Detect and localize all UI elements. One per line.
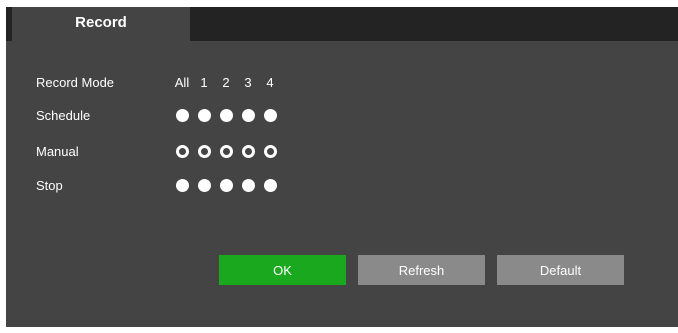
col-header-2: 2: [222, 75, 230, 90]
manual-radio-1[interactable]: [198, 145, 211, 158]
tab-bar: Record: [6, 7, 678, 41]
manual-row: Manual: [6, 142, 678, 162]
record-mode-row: Record Mode All 1 2 3 4: [6, 73, 678, 93]
stop-radio-all[interactable]: [176, 179, 189, 192]
col-header-all: All: [174, 75, 190, 90]
manual-label: Manual: [36, 144, 79, 159]
manual-radio-3[interactable]: [242, 145, 255, 158]
stop-row: Stop: [6, 176, 678, 196]
col-header-3: 3: [244, 75, 252, 90]
schedule-radio-1[interactable]: [198, 109, 211, 122]
manual-radio-2[interactable]: [220, 145, 233, 158]
schedule-radio-4[interactable]: [264, 109, 277, 122]
record-mode-label: Record Mode: [36, 75, 115, 90]
ok-button[interactable]: OK: [219, 255, 346, 285]
schedule-radio-2[interactable]: [220, 109, 233, 122]
schedule-radio-all[interactable]: [176, 109, 189, 122]
stop-radio-2[interactable]: [220, 179, 233, 192]
col-header-4: 4: [266, 75, 274, 90]
stop-radio-1[interactable]: [198, 179, 211, 192]
record-panel: Record Record Mode All 1 2 3 4 Schedule …: [6, 7, 678, 327]
default-button[interactable]: Default: [497, 255, 624, 285]
manual-radio-4[interactable]: [264, 145, 277, 158]
stop-radio-4[interactable]: [264, 179, 277, 192]
schedule-label: Schedule: [36, 108, 91, 123]
schedule-row: Schedule: [6, 106, 678, 126]
col-header-1: 1: [200, 75, 208, 90]
stop-radio-3[interactable]: [242, 179, 255, 192]
manual-radio-all[interactable]: [176, 145, 189, 158]
refresh-button[interactable]: Refresh: [358, 255, 485, 285]
tab-record[interactable]: Record: [12, 7, 190, 41]
stop-label: Stop: [36, 178, 63, 193]
schedule-radio-3[interactable]: [242, 109, 255, 122]
